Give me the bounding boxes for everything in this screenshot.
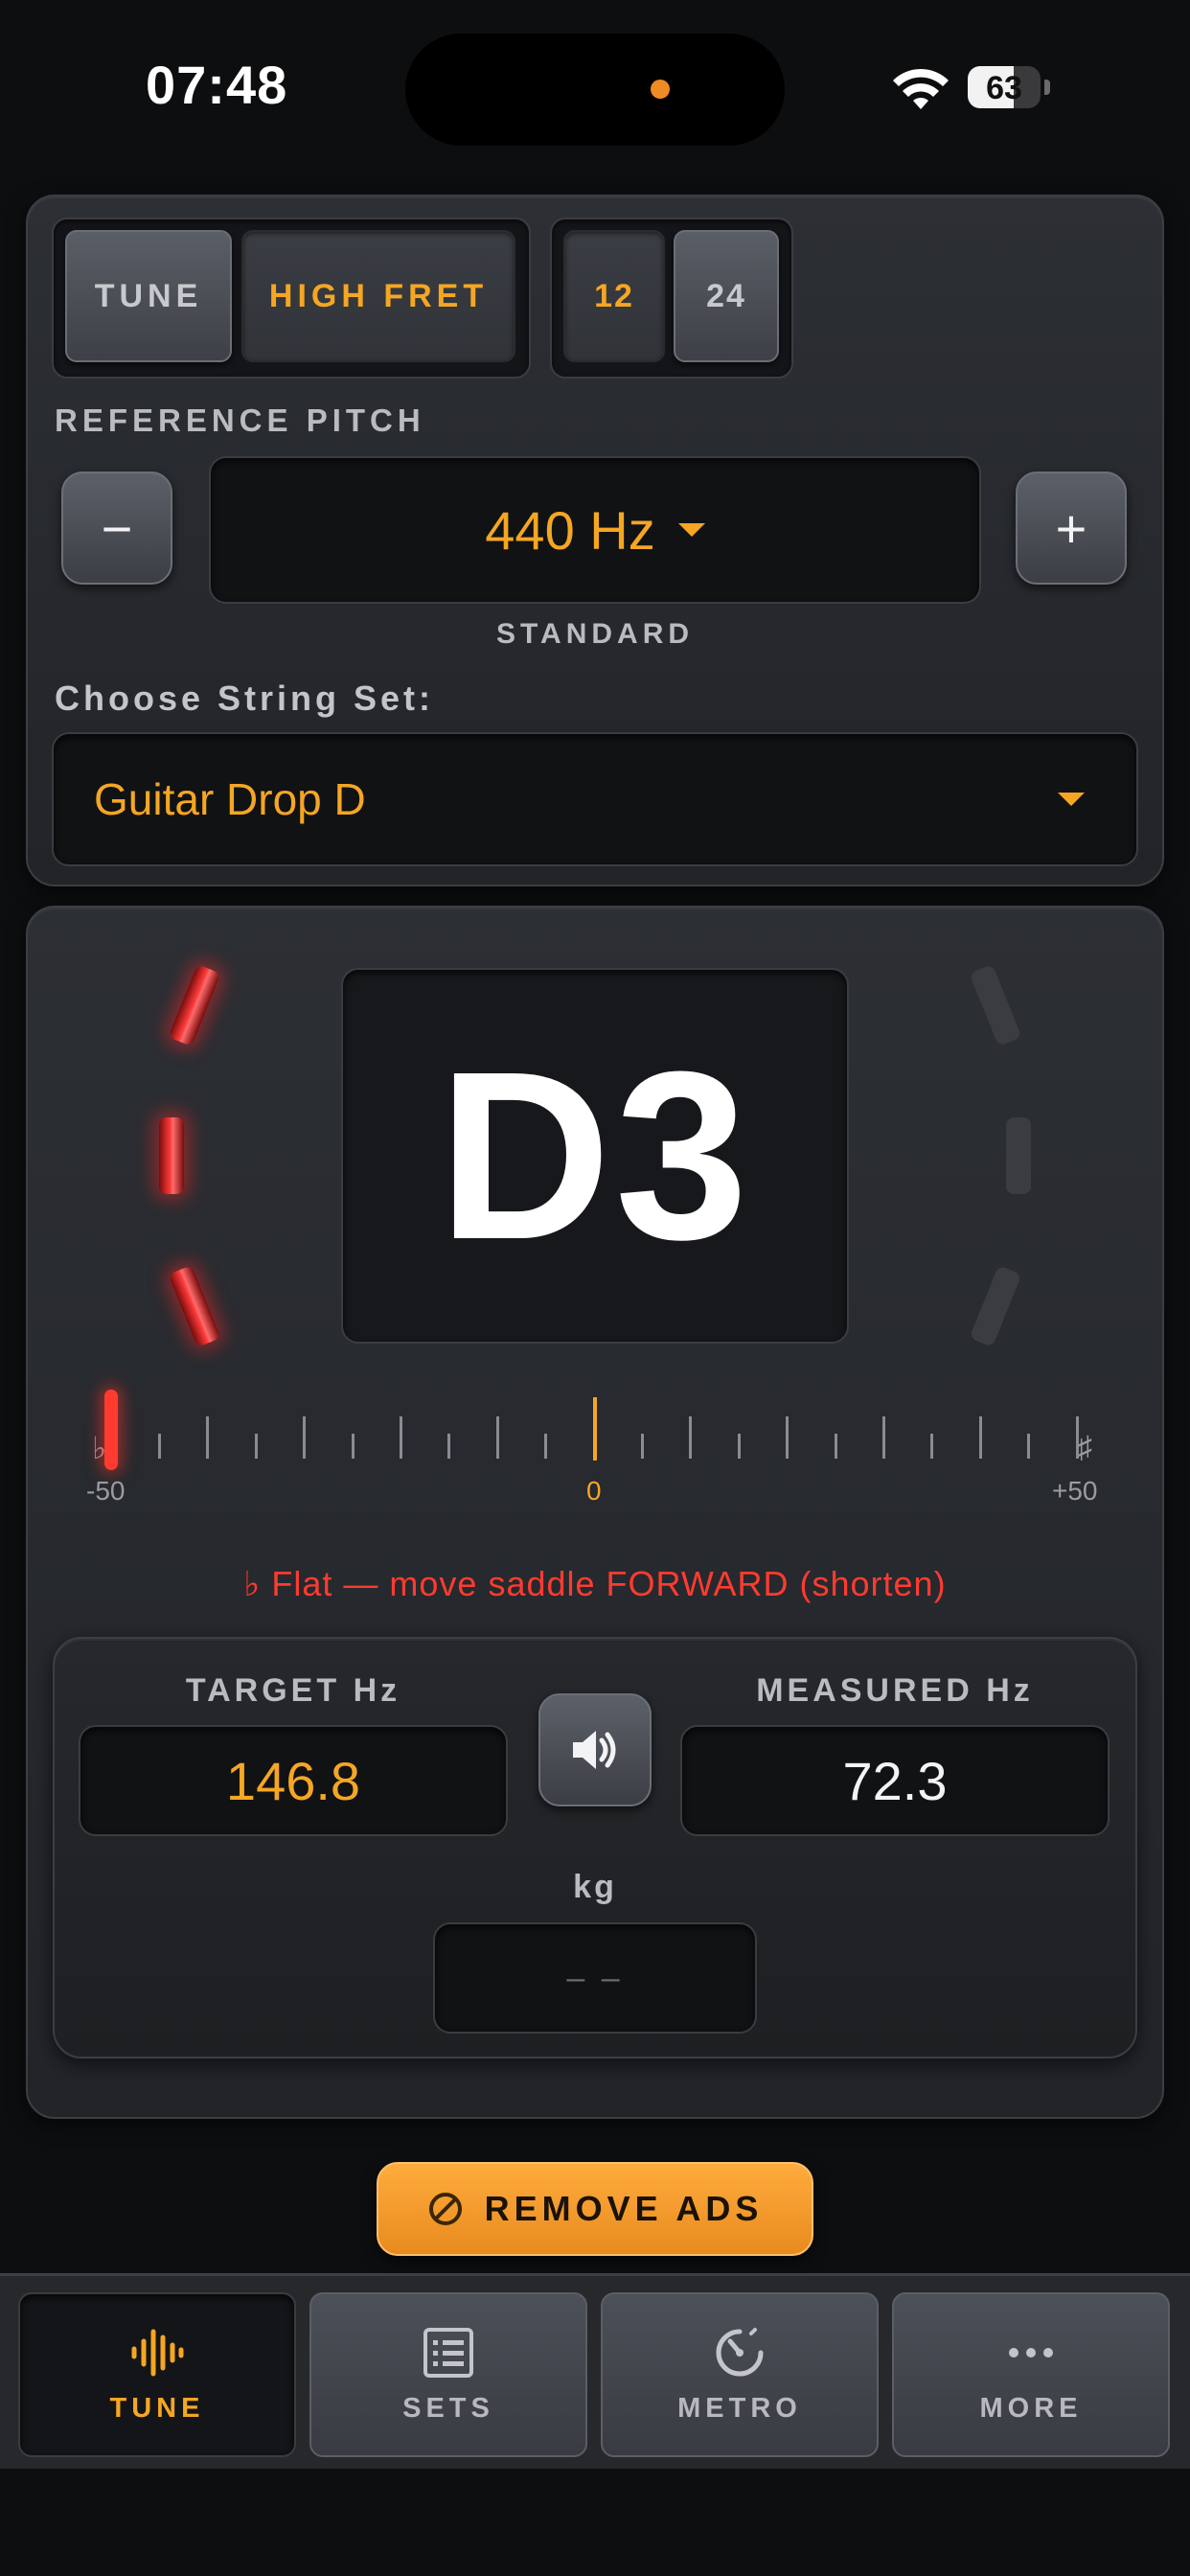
list-icon — [423, 2327, 473, 2378]
note-name: D3 — [438, 1022, 752, 1289]
battery-level: 63 — [986, 70, 1022, 106]
scale-tick — [689, 1416, 693, 1459]
kg-field: – – — [433, 1922, 757, 2034]
scale-tick — [786, 1416, 790, 1459]
scale-tick — [640, 1434, 644, 1459]
sharp-symbol: ♯ — [1077, 1430, 1092, 1464]
more-icon — [1009, 2347, 1053, 2358]
target-hz-value: 146.8 — [225, 1750, 361, 1811]
note-display: D3 — [341, 968, 849, 1344]
target-hz-field: 146.8 — [79, 1725, 508, 1836]
remove-ads-label: REMOVE ADS — [484, 2189, 764, 2228]
no-ads-icon — [428, 2193, 462, 2225]
measured-hz-value: 72.3 — [842, 1750, 948, 1811]
tab-tune[interactable]: TUNE — [18, 2292, 296, 2457]
cents-scale: ♭ ♯ -50 0 +50 — [77, 1380, 1113, 1506]
scale-tick — [351, 1434, 355, 1459]
scale-tick — [447, 1434, 451, 1459]
mode-tune-button[interactable]: TUNE — [65, 230, 232, 362]
scale-tick — [303, 1416, 307, 1459]
measured-hz-field: 72.3 — [680, 1725, 1110, 1836]
speaker-icon — [573, 1731, 616, 1769]
kg-value: – – — [566, 1959, 624, 1996]
metronome-icon — [716, 2327, 764, 2376]
scale-min-label: -50 — [86, 1476, 126, 1506]
scale-tick — [399, 1416, 402, 1459]
tab-metro[interactable]: METRO — [601, 2292, 879, 2457]
minus-icon: − — [101, 497, 133, 559]
tab-tune-label: TUNE — [109, 2392, 205, 2424]
dynamic-island — [405, 34, 785, 146]
fret-12-button[interactable]: 12 — [563, 230, 665, 362]
tab-more[interactable]: MORE — [892, 2292, 1170, 2457]
scale-tick — [495, 1416, 499, 1459]
scale-tick — [206, 1416, 210, 1459]
flat-led-2 — [159, 1117, 184, 1194]
string-set-select[interactable]: Guitar Drop D — [52, 732, 1138, 866]
reference-pitch-caption: STANDARD — [495, 618, 695, 650]
sharp-led-2 — [1006, 1117, 1031, 1194]
battery-nub — [1044, 80, 1050, 95]
recording-indicator-dot — [651, 80, 670, 99]
play-reference-button[interactable] — [538, 1693, 652, 1806]
string-set-label: Choose String Set: — [55, 678, 435, 718]
battery-indicator: 63 — [968, 66, 1041, 108]
reference-pitch-label: REFERENCE PITCH — [55, 402, 425, 438]
chevron-down-icon — [677, 523, 705, 537]
scale-tick — [157, 1434, 161, 1459]
scale-tick — [930, 1434, 934, 1459]
plus-icon: + — [1055, 497, 1087, 559]
tab-more-label: MORE — [979, 2392, 1083, 2424]
kg-label: kg — [573, 1869, 617, 1905]
string-set-value: Guitar Drop D — [94, 774, 366, 824]
scale-max-label: +50 — [1052, 1476, 1098, 1506]
measured-hz-label: MEASURED Hz — [756, 1672, 1034, 1709]
scale-center-label: 0 — [586, 1476, 602, 1506]
waveform-icon — [131, 2329, 184, 2376]
tab-sets[interactable]: SETS — [309, 2292, 587, 2457]
remove-ads-button[interactable]: REMOVE ADS — [377, 2162, 813, 2256]
mode-high-fret-button[interactable]: HIGH FRET — [241, 230, 515, 362]
scale-tick — [978, 1416, 982, 1459]
pitch-increase-button[interactable]: + — [1016, 472, 1127, 585]
scale-tick — [881, 1416, 885, 1459]
scale-tick — [1075, 1416, 1079, 1459]
pitch-decrease-button[interactable]: − — [61, 472, 172, 585]
target-hz-label: TARGET Hz — [185, 1672, 401, 1709]
scale-tick — [834, 1434, 837, 1459]
reference-pitch-value: 440 Hz — [485, 499, 655, 561]
scale-tick — [254, 1434, 258, 1459]
tuning-message: ♭ Flat — move saddle FORWARD (shorten) — [243, 1564, 947, 1603]
scale-tick — [544, 1434, 548, 1459]
status-time: 07:48 — [146, 55, 288, 115]
chevron-down-icon — [1058, 793, 1085, 806]
tab-metro-label: METRO — [677, 2392, 802, 2424]
reference-pitch-select[interactable]: 440 Hz — [209, 456, 981, 604]
fret-24-button[interactable]: 24 — [674, 230, 779, 362]
tab-sets-label: SETS — [402, 2392, 494, 2424]
scale-tick — [737, 1434, 741, 1459]
scale-center-tick — [592, 1397, 597, 1460]
scale-tick — [1027, 1434, 1031, 1459]
tuning-needle — [104, 1390, 118, 1470]
wifi-icon — [893, 68, 949, 109]
